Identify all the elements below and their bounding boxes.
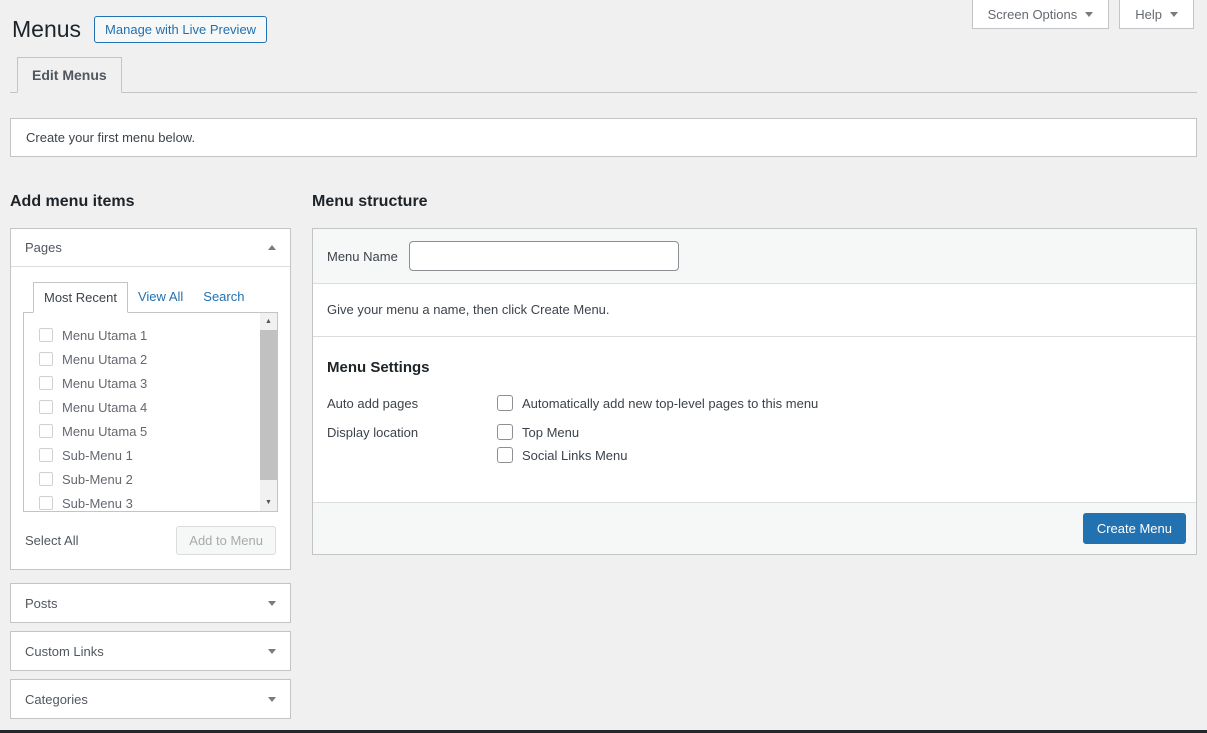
page-item-checkbox[interactable] [39, 424, 53, 438]
posts-panel-header[interactable]: Posts [11, 584, 290, 622]
auto-add-checkbox-label: Automatically add new top-level pages to… [522, 396, 818, 411]
categories-panel: Categories [10, 679, 291, 719]
menu-structure-panel: Menu Name Give your menu a name, then cl… [312, 228, 1197, 555]
top-menu-checkbox[interactable] [497, 424, 513, 440]
page-item-label[interactable]: Menu Utama 5 [62, 424, 147, 439]
custom-links-panel-title: Custom Links [25, 644, 104, 659]
help-button[interactable]: Help [1119, 0, 1194, 29]
tab-most-recent[interactable]: Most Recent [33, 282, 128, 313]
page-item-label[interactable]: Menu Utama 1 [62, 328, 147, 343]
menu-structure-heading: Menu structure [312, 193, 1197, 211]
list-controls: Select All Add to Menu [23, 512, 278, 569]
screen-options-button[interactable]: Screen Options [972, 0, 1110, 29]
categories-panel-title: Categories [25, 692, 88, 707]
pages-panel-body: Most Recent View All Search Menu Utama 1… [11, 267, 290, 569]
page-item-label[interactable]: Sub-Menu 1 [62, 448, 133, 463]
list-item: Menu Utama 2 [39, 347, 255, 371]
chevron-down-icon [1170, 12, 1178, 17]
list-item: Menu Utama 4 [39, 395, 255, 419]
page-item-checkbox[interactable] [39, 328, 53, 342]
pages-panel-title: Pages [25, 240, 62, 255]
page-title: Menus [12, 15, 81, 44]
tab-edit-menus[interactable]: Edit Menus [17, 57, 122, 93]
page-item-label[interactable]: Sub-Menu 3 [62, 496, 133, 511]
tab-view-all[interactable]: View All [128, 282, 193, 313]
categories-panel-header[interactable]: Categories [11, 680, 290, 718]
social-links-menu-label: Social Links Menu [522, 448, 628, 463]
instruction-text: Give your menu a name, then click Create… [313, 284, 1196, 337]
list-item: Menu Utama 5 [39, 419, 255, 443]
menu-settings-heading: Menu Settings [327, 359, 1182, 376]
auto-add-checkbox[interactable] [497, 395, 513, 411]
auto-add-pages-row: Auto add pages Automatically add new top… [327, 395, 1182, 411]
screen-meta-links: Screen Options Help [972, 0, 1194, 29]
page-item-checkbox[interactable] [39, 472, 53, 486]
nav-tab-bar: Edit Menus [10, 57, 1197, 93]
pages-panel: Pages Most Recent View All Search Menu U… [10, 228, 291, 570]
pages-checklist: Menu Utama 1 Menu Utama 2 Menu Utama 3 [23, 312, 278, 512]
social-links-menu-option[interactable]: Social Links Menu [497, 447, 628, 463]
page-item-label[interactable]: Menu Utama 4 [62, 400, 147, 415]
menu-name-label: Menu Name [327, 249, 409, 264]
manage-live-preview-button[interactable]: Manage with Live Preview [94, 16, 267, 43]
scroll-track[interactable] [260, 480, 277, 494]
display-location-row: Display location Top Menu Social Links M… [327, 424, 1182, 463]
create-menu-button[interactable]: Create Menu [1083, 513, 1186, 544]
content-columns: Add menu items Pages Most Recent View Al… [10, 193, 1197, 719]
page-item-checkbox[interactable] [39, 352, 53, 366]
chevron-down-icon [268, 697, 276, 702]
chevron-down-icon [1085, 12, 1093, 17]
add-to-menu-button[interactable]: Add to Menu [176, 526, 276, 555]
scroll-thumb[interactable] [260, 330, 277, 480]
page-item-checkbox[interactable] [39, 400, 53, 414]
list-item: Menu Utama 3 [39, 371, 255, 395]
posts-panel-title: Posts [25, 596, 58, 611]
custom-links-panel: Custom Links [10, 631, 291, 671]
posts-panel: Posts [10, 583, 291, 623]
menu-name-row: Menu Name [313, 229, 1196, 284]
notice-text: Create your first menu below. [26, 130, 195, 145]
page-item-label[interactable]: Menu Utama 2 [62, 352, 147, 367]
auto-add-option[interactable]: Automatically add new top-level pages to… [497, 395, 818, 411]
top-menu-label: Top Menu [522, 425, 579, 440]
chevron-down-icon [268, 601, 276, 606]
scroll-down-icon[interactable]: ▼ [260, 494, 277, 511]
pages-filter-tabs: Most Recent View All Search [23, 282, 278, 313]
help-label: Help [1135, 7, 1162, 22]
screen-options-label: Screen Options [988, 7, 1078, 22]
auto-add-pages-label: Auto add pages [327, 395, 497, 411]
page-item-checkbox[interactable] [39, 376, 53, 390]
page-item-label[interactable]: Sub-Menu 2 [62, 472, 133, 487]
page-item-label[interactable]: Menu Utama 3 [62, 376, 147, 391]
menu-name-input[interactable] [409, 241, 679, 271]
select-all-link[interactable]: Select All [25, 533, 78, 548]
menus-admin-page: Menus Manage with Live Preview Edit Menu… [0, 0, 1207, 719]
social-links-menu-checkbox[interactable] [497, 447, 513, 463]
page-item-checkbox[interactable] [39, 448, 53, 462]
list-item: Sub-Menu 1 [39, 443, 255, 467]
top-menu-option[interactable]: Top Menu [497, 424, 628, 440]
chevron-down-icon [268, 649, 276, 654]
pages-panel-header[interactable]: Pages [11, 229, 290, 267]
list-item: Menu Utama 1 [39, 323, 255, 347]
menu-settings-section: Menu Settings Auto add pages Automatical… [313, 337, 1196, 502]
auto-add-options: Automatically add new top-level pages to… [497, 395, 818, 411]
display-location-options: Top Menu Social Links Menu [497, 424, 628, 463]
chevron-up-icon[interactable] [268, 245, 276, 250]
scrollbar[interactable]: ▲ ▼ [260, 313, 277, 511]
page-item-checkbox[interactable] [39, 496, 53, 510]
list-item: Sub-Menu 2 [39, 467, 255, 491]
add-menu-items-heading: Add menu items [10, 193, 291, 211]
display-location-label: Display location [327, 424, 497, 440]
tab-search[interactable]: Search [193, 282, 254, 313]
custom-links-panel-header[interactable]: Custom Links [11, 632, 290, 670]
list-item: Sub-Menu 3 [39, 491, 255, 512]
menu-structure-column: Menu structure Menu Name Give your menu … [312, 193, 1197, 719]
scroll-up-icon[interactable]: ▲ [260, 313, 277, 330]
add-menu-items-column: Add menu items Pages Most Recent View Al… [10, 193, 291, 719]
panel-footer: Create Menu [313, 502, 1196, 554]
notice: Create your first menu below. [10, 118, 1197, 157]
